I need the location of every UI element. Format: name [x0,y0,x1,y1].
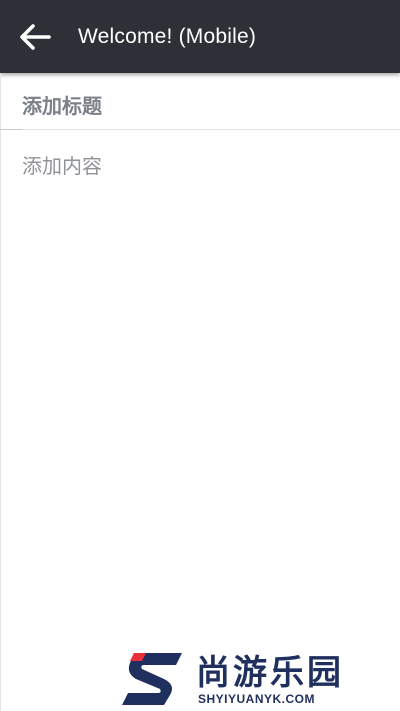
title-underline [0,129,22,130]
title-placeholder[interactable]: 添加标题 [22,90,102,119]
title-field[interactable]: 添加标题 [0,82,400,130]
left-divider [0,73,1,711]
screen: Welcome! (Mobile) 添加标题 添加内容 尚游乐园 SHYIYUA… [0,0,400,711]
watermark: 尚游乐园 SHYIYUANYK.COM [120,645,400,711]
watermark-brand-en: SHYIYUANYK.COM [198,692,316,706]
back-button[interactable] [0,0,70,73]
arrow-left-icon [20,23,51,50]
app-bar: Welcome! (Mobile) [0,0,400,73]
watermark-brand-cn: 尚游乐园 [196,653,344,693]
content-placeholder[interactable]: 添加内容 [22,150,102,179]
s-logo-icon [122,653,182,705]
page-title: Welcome! (Mobile) [78,24,257,48]
